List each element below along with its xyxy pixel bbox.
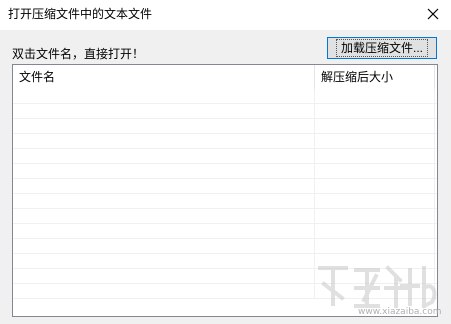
load-archive-button[interactable]: 加载压缩文件... [327, 37, 437, 59]
empty-row [13, 194, 437, 209]
window-title: 打开压缩文件中的文本文件 [8, 7, 153, 21]
empty-row [13, 179, 437, 194]
empty-row [13, 134, 437, 149]
empty-row [13, 209, 437, 224]
empty-row [13, 239, 437, 254]
watermark-url: www.xiazaiba.com [358, 307, 442, 317]
close-icon [427, 8, 439, 20]
empty-row [13, 224, 437, 239]
column-header-filename[interactable]: 文件名 [13, 65, 315, 89]
empty-row [13, 149, 437, 164]
empty-row [13, 89, 437, 104]
empty-row [13, 119, 437, 134]
load-archive-button-label: 加载压缩文件... [335, 39, 428, 57]
list-header: 文件名 解压缩后大小 [13, 65, 437, 89]
column-header-size[interactable]: 解压缩后大小 [315, 65, 435, 89]
close-button[interactable] [423, 4, 443, 24]
empty-row [13, 104, 437, 119]
empty-row [13, 164, 437, 179]
title-bar: 打开压缩文件中的文本文件 [0, 0, 451, 30]
instruction-label: 双击文件名，直接打开！ [12, 47, 145, 61]
dialog-window: 打开压缩文件中的文本文件 双击文件名，直接打开！ 加载压缩文件... 文件名 解… [0, 0, 451, 324]
